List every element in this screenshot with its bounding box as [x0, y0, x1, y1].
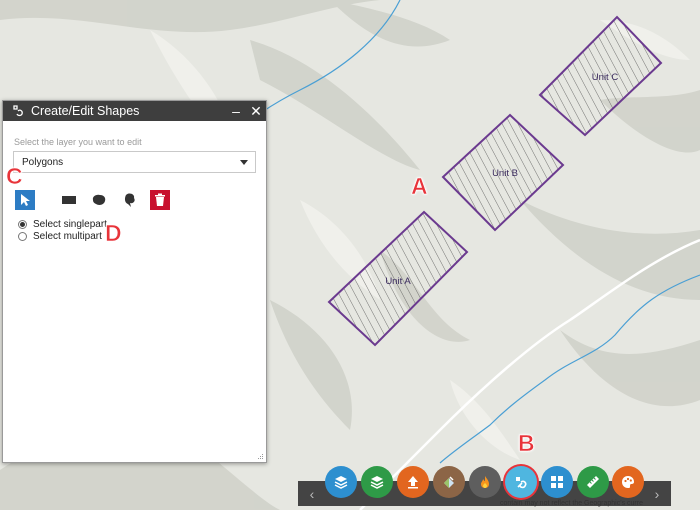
panel-title: Create/Edit Shapes [31, 104, 140, 118]
rectangle-icon [62, 196, 76, 204]
close-button[interactable]: ✕ [246, 103, 266, 120]
select-tool-button[interactable] [15, 190, 35, 210]
singlepart-radio[interactable] [18, 220, 27, 229]
panel-header[interactable]: Create/Edit Shapes – ✕ [3, 101, 266, 121]
layer-prompt: Select the layer you want to edit [14, 137, 142, 147]
basemap-layers-button[interactable] [361, 466, 393, 498]
lasso-polygon-icon [124, 193, 135, 207]
upload-button[interactable] [397, 466, 429, 498]
singlepart-option[interactable]: Select singlepart [18, 219, 107, 230]
map-attribution: contain may not reflect the Geographic's… [500, 500, 643, 507]
palette-icon [622, 476, 634, 488]
minimize-button[interactable]: – [226, 103, 246, 119]
measure-ruler-icon [587, 476, 599, 488]
unit-c-label: Unit C [592, 72, 619, 83]
multipart-option[interactable]: Select multipart [18, 231, 102, 242]
create-edit-shapes-button[interactable] [505, 466, 537, 498]
rectangle-tool-button[interactable] [59, 190, 79, 210]
toolbar-next-button[interactable]: › [647, 481, 667, 506]
layers-icon [334, 476, 348, 489]
unit-b-label: Unit B [492, 168, 518, 179]
fire-icon [481, 476, 489, 488]
layer-select[interactable]: Polygons [13, 151, 256, 173]
select-arrow-icon [21, 194, 30, 206]
resize-handle-icon[interactable] [257, 453, 264, 460]
create-edit-shapes-icon [516, 477, 527, 489]
callout-b: B [518, 430, 535, 457]
basemap-layers-icon [370, 476, 384, 489]
singlepart-label: Select singlepart [33, 219, 107, 230]
delete-button[interactable] [150, 190, 170, 210]
grid-icon [551, 476, 563, 488]
chevron-down-icon [240, 160, 248, 165]
imagery-button[interactable] [433, 466, 465, 498]
freehand-polygon-icon [92, 194, 106, 205]
upload-icon [408, 476, 418, 489]
create-edit-shapes-panel: Create/Edit Shapes – ✕ Select the layer … [2, 100, 267, 463]
measure-button[interactable] [577, 466, 609, 498]
palette-button[interactable] [612, 466, 644, 498]
callout-d: D [105, 220, 122, 247]
toolbar-prev-button[interactable]: ‹ [302, 481, 322, 506]
callout-c: C [6, 163, 23, 190]
grid-button[interactable] [541, 466, 573, 498]
unit-a-label: Unit A [385, 276, 411, 287]
lasso-polygon-tool-button[interactable] [120, 190, 140, 210]
fire-button[interactable] [469, 466, 501, 498]
callout-a: A [411, 173, 428, 200]
imagery-icon [444, 476, 454, 488]
freehand-polygon-tool-button[interactable] [89, 190, 109, 210]
create-edit-shapes-icon [9, 102, 27, 120]
trash-icon [155, 193, 165, 206]
multipart-radio[interactable] [18, 232, 27, 241]
layer-select-value: Polygons [22, 156, 64, 168]
multipart-label: Select multipart [33, 231, 102, 242]
layers-button[interactable] [325, 466, 357, 498]
